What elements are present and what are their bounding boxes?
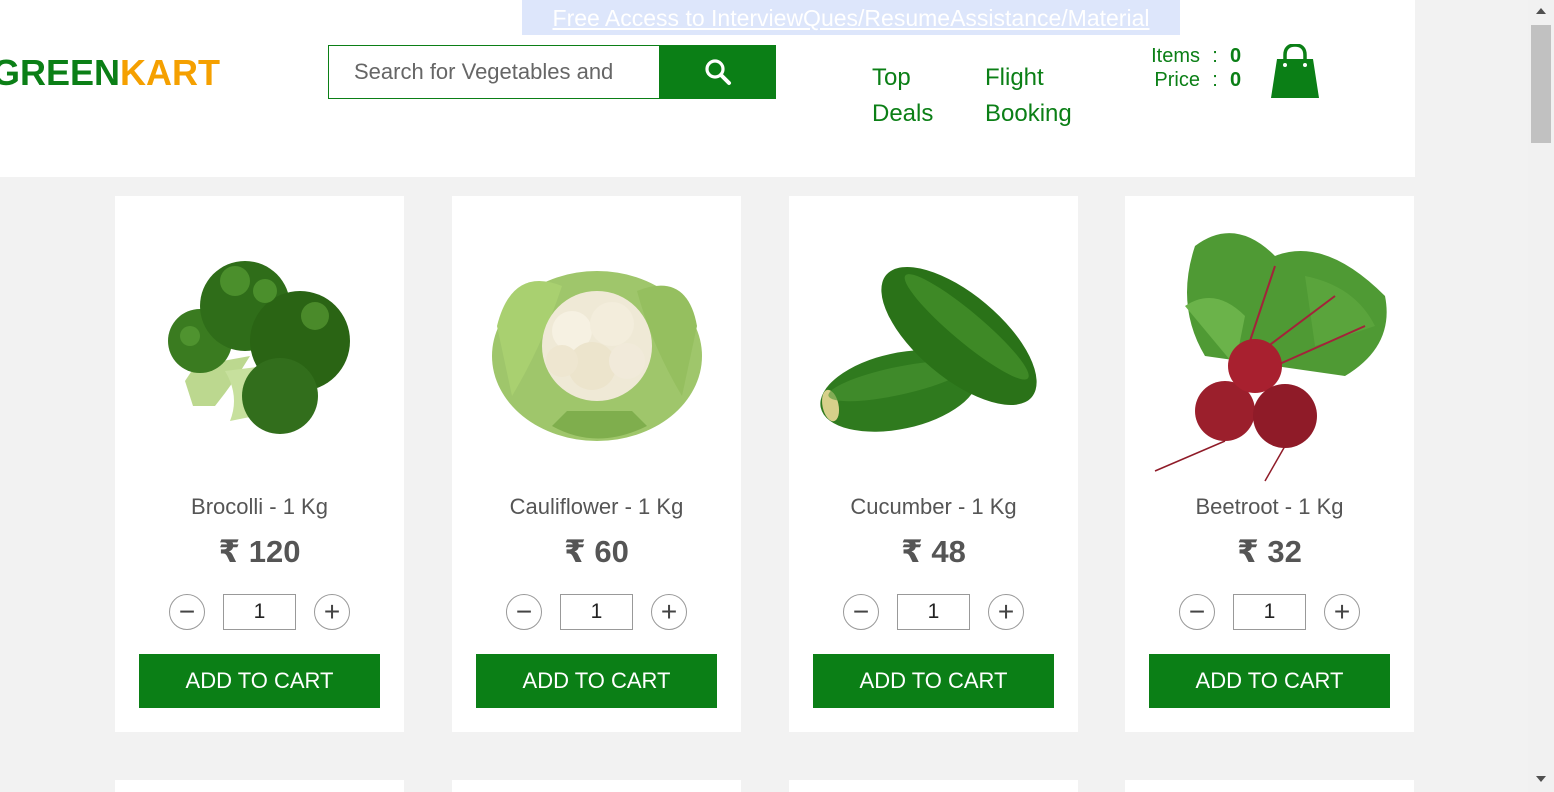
scroll-down-arrow-icon[interactable] (1536, 776, 1546, 782)
cart-items-colon: : (1212, 45, 1218, 67)
add-to-cart-button[interactable]: ADD TO CART (476, 654, 717, 708)
product-card: Brocolli - 1 Kg ₹ 120 − + ADD TO CART (115, 196, 404, 732)
product-image-beetroot (1125, 206, 1414, 486)
decrement-button[interactable]: − (843, 594, 879, 630)
search-icon (704, 59, 731, 85)
product-card-partial (1125, 780, 1414, 792)
promo-link[interactable]: Free Access to InterviewQues/ResumeAssis… (522, 0, 1180, 35)
product-name: Cucumber - 1 Kg (850, 494, 1017, 519)
increment-button[interactable]: + (314, 594, 350, 630)
product-card: Beetroot - 1 Kg ₹ 32 − + ADD TO CART (1125, 196, 1414, 732)
product-card-partial (452, 780, 741, 792)
product-image-cauliflower (452, 206, 741, 486)
quantity-stepper: − + (1125, 594, 1414, 630)
product-price: ₹ 120 (218, 534, 301, 569)
product-image-broccoli (115, 206, 404, 486)
product-name: Brocolli - 1 Kg (191, 494, 328, 519)
logo-part-orange: KART (120, 52, 221, 93)
quantity-input[interactable] (223, 594, 296, 630)
quantity-input[interactable] (560, 594, 633, 630)
cart-items-label: Items (1151, 45, 1200, 67)
product-price: ₹ 32 (1237, 534, 1302, 569)
site-header: Free Access to InterviewQues/ResumeAssis… (0, 0, 1415, 177)
quantity-stepper: − + (452, 594, 741, 630)
scroll-up-arrow-icon[interactable] (1536, 8, 1546, 14)
add-to-cart-button[interactable]: ADD TO CART (813, 654, 1054, 708)
decrement-button[interactable]: − (169, 594, 205, 630)
cart-summary: Items : 0 Price : 0 (1140, 44, 1241, 92)
nav-flight-booking-link[interactable]: Flight Booking (985, 60, 1085, 132)
add-to-cart-button[interactable]: ADD TO CART (139, 654, 380, 708)
quantity-stepper: − + (789, 594, 1078, 630)
product-card: Cauliflower - 1 Kg ₹ 60 − + ADD TO CART (452, 196, 741, 732)
cart-price-colon: : (1212, 69, 1218, 91)
cart-items-value: 0 (1230, 45, 1242, 67)
quantity-stepper: − + (115, 594, 404, 630)
product-card: Cucumber - 1 Kg ₹ 48 − + ADD TO CART (789, 196, 1078, 732)
increment-button[interactable]: + (1324, 594, 1360, 630)
product-price: ₹ 48 (901, 534, 966, 569)
product-name: Beetroot - 1 Kg (1195, 494, 1344, 519)
logo-part-green: GREEN (0, 52, 121, 93)
quantity-input[interactable] (897, 594, 970, 630)
cart-price-label: Price (1154, 69, 1200, 91)
increment-button[interactable]: + (651, 594, 687, 630)
nav-top-deals-link[interactable]: Top Deals (872, 60, 942, 132)
cart-bag-icon[interactable] (1270, 43, 1320, 104)
add-to-cart-button[interactable]: ADD TO CART (1149, 654, 1390, 708)
product-card-partial (789, 780, 1078, 792)
product-price: ₹ 60 (564, 534, 629, 569)
scrollbar-thumb[interactable] (1531, 25, 1551, 143)
decrement-button[interactable]: − (1179, 594, 1215, 630)
search-button[interactable] (659, 45, 776, 99)
product-name: Cauliflower - 1 Kg (509, 494, 684, 519)
decrement-button[interactable]: − (506, 594, 542, 630)
search-input[interactable] (328, 45, 660, 99)
quantity-input[interactable] (1233, 594, 1306, 630)
product-card-partial (115, 780, 404, 792)
increment-button[interactable]: + (988, 594, 1024, 630)
product-image-cucumber (789, 206, 1078, 486)
cart-price-value: 0 (1230, 69, 1242, 91)
brand-logo[interactable]: GREENKART (0, 52, 220, 94)
